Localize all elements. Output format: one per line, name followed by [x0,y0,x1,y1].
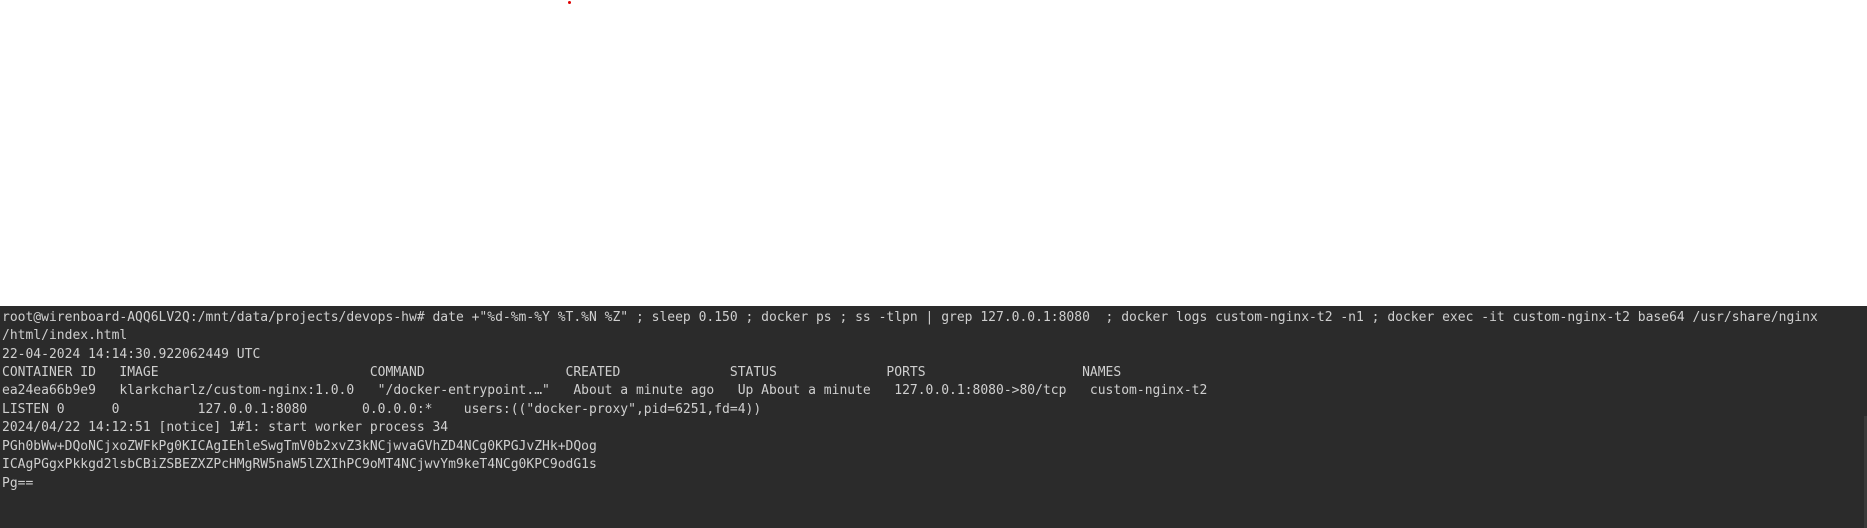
terminal-panel[interactable]: root@wirenboard-AQQ6LV2Q:/mnt/data/proje… [0,306,1867,528]
terminal-base64-line-2: ICAgPGgxPkkgd2lsbCBiZSBEZXZPcHMgRW5naW5l… [2,457,597,472]
terminal-command-line: root@wirenboard-AQQ6LV2Q:/mnt/data/proje… [2,310,1818,325]
red-dot-marker [568,1,571,4]
blank-window-area [0,0,1867,306]
terminal-base64-line-3: Pg== [2,476,34,491]
